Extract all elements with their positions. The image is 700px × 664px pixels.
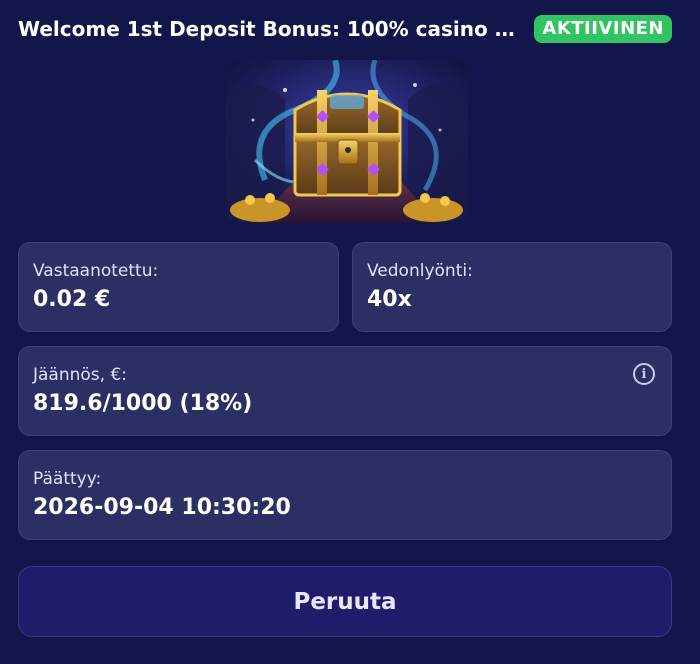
expires-value: 2026-09-04 10:30:20 <box>33 495 291 520</box>
expires-label: Päättyy: <box>33 469 102 489</box>
bonus-title: Welcome 1st Deposit Bonus: 100% casino b… <box>18 17 518 41</box>
expires-tile: Päättyy: 2026-09-04 10:30:20 <box>18 450 672 540</box>
received-label: Vastaanotettu: <box>33 261 159 281</box>
info-icon[interactable]: i <box>633 363 655 385</box>
cancel-button[interactable]: Peruuta <box>18 566 672 637</box>
treasure-chest-image <box>225 60 468 223</box>
received-value: 0.02 € <box>33 287 111 312</box>
bonus-header: Welcome 1st Deposit Bonus: 100% casino b… <box>18 14 672 44</box>
status-badge: AKTIIVINEN <box>534 15 672 43</box>
remaining-tile: Jäännös, €: 819.6/1000 (18%) i <box>18 346 672 436</box>
bonus-card: Welcome 1st Deposit Bonus: 100% casino b… <box>0 0 700 664</box>
wagering-tile: Vedonlyönti: 40x <box>352 242 672 332</box>
received-tile: Vastaanotettu: 0.02 € <box>18 242 339 332</box>
wagering-value: 40x <box>367 287 412 312</box>
remaining-label: Jäännös, €: <box>33 365 128 385</box>
wagering-label: Vedonlyönti: <box>367 261 473 281</box>
remaining-value: 819.6/1000 (18%) <box>33 391 253 416</box>
